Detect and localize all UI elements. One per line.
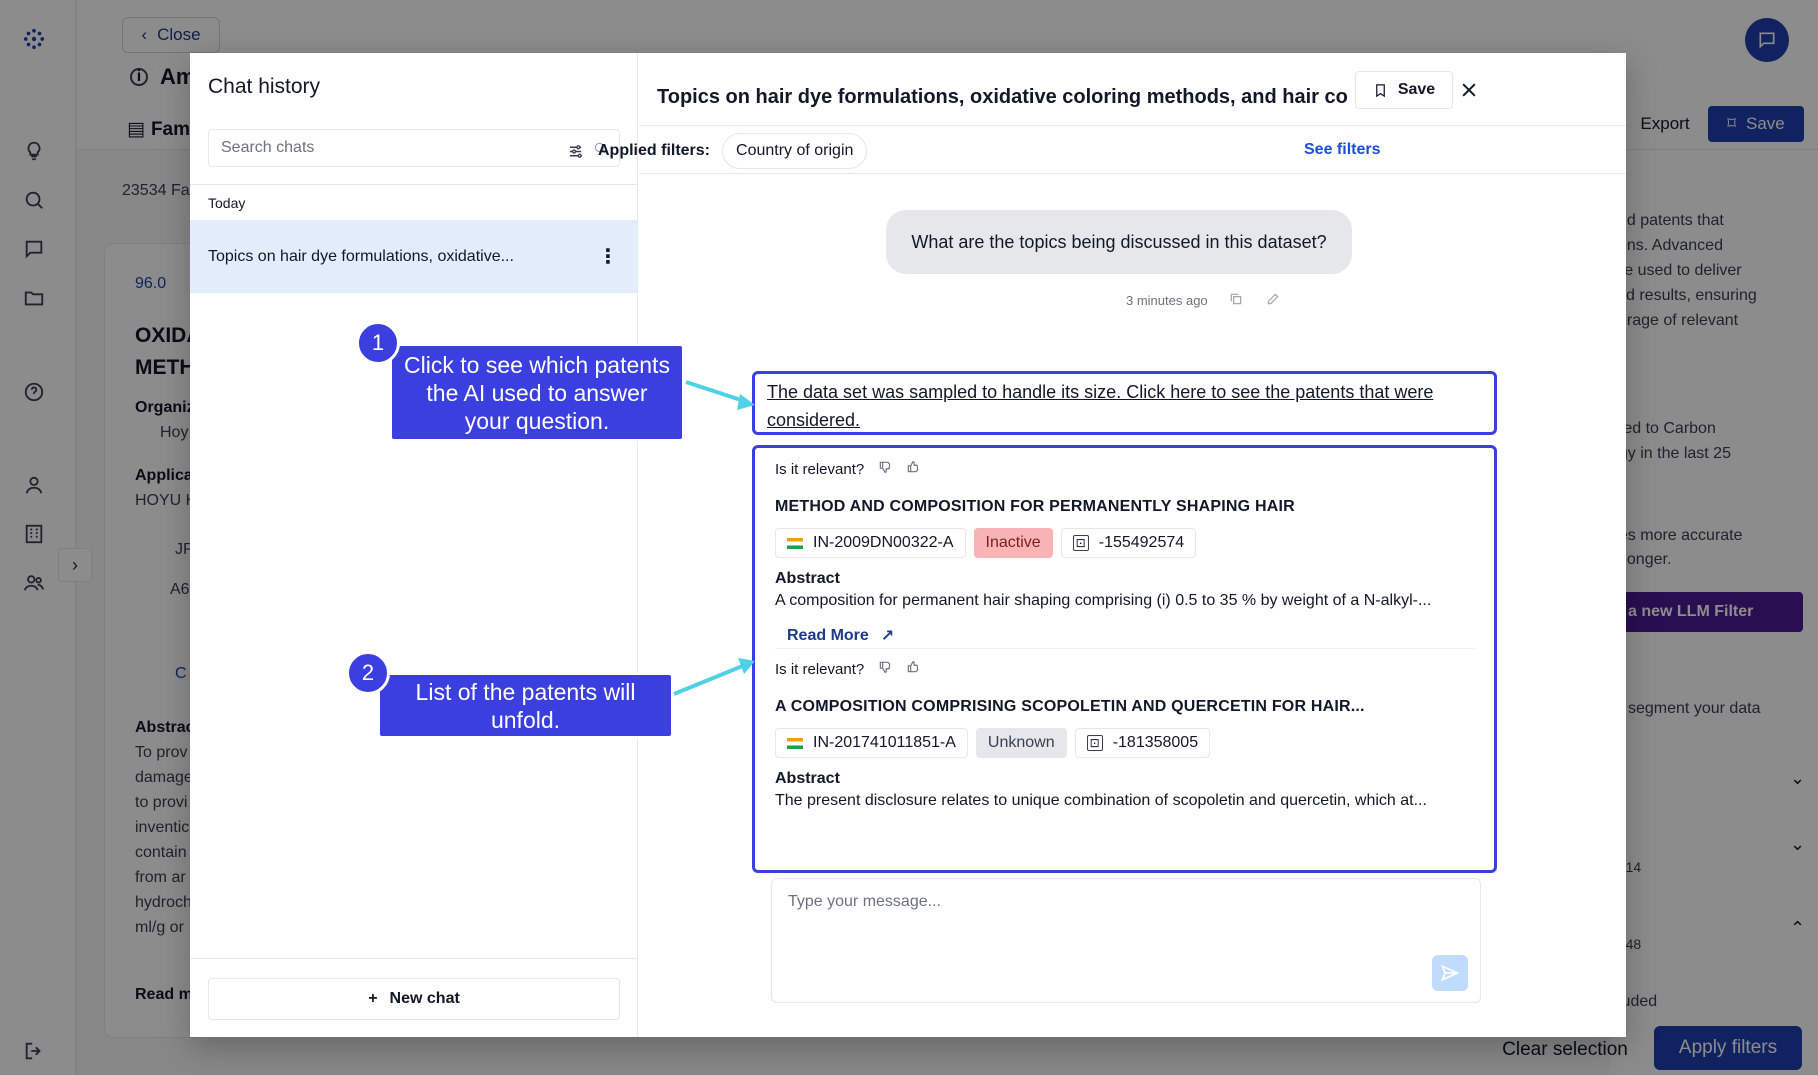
callout-step-2: List of the patents will unfold.	[378, 673, 673, 738]
callout-arrow-1	[685, 380, 748, 404]
callout-step-2-badge: 2	[346, 651, 390, 695]
callout-arrows	[673, 380, 755, 696]
callout-arrow-2	[673, 663, 746, 696]
callout-step-1: Click to see which patents the AI used t…	[390, 344, 684, 441]
callout-arrowhead-1	[737, 394, 755, 410]
callout-step-1-badge: 1	[356, 321, 400, 365]
